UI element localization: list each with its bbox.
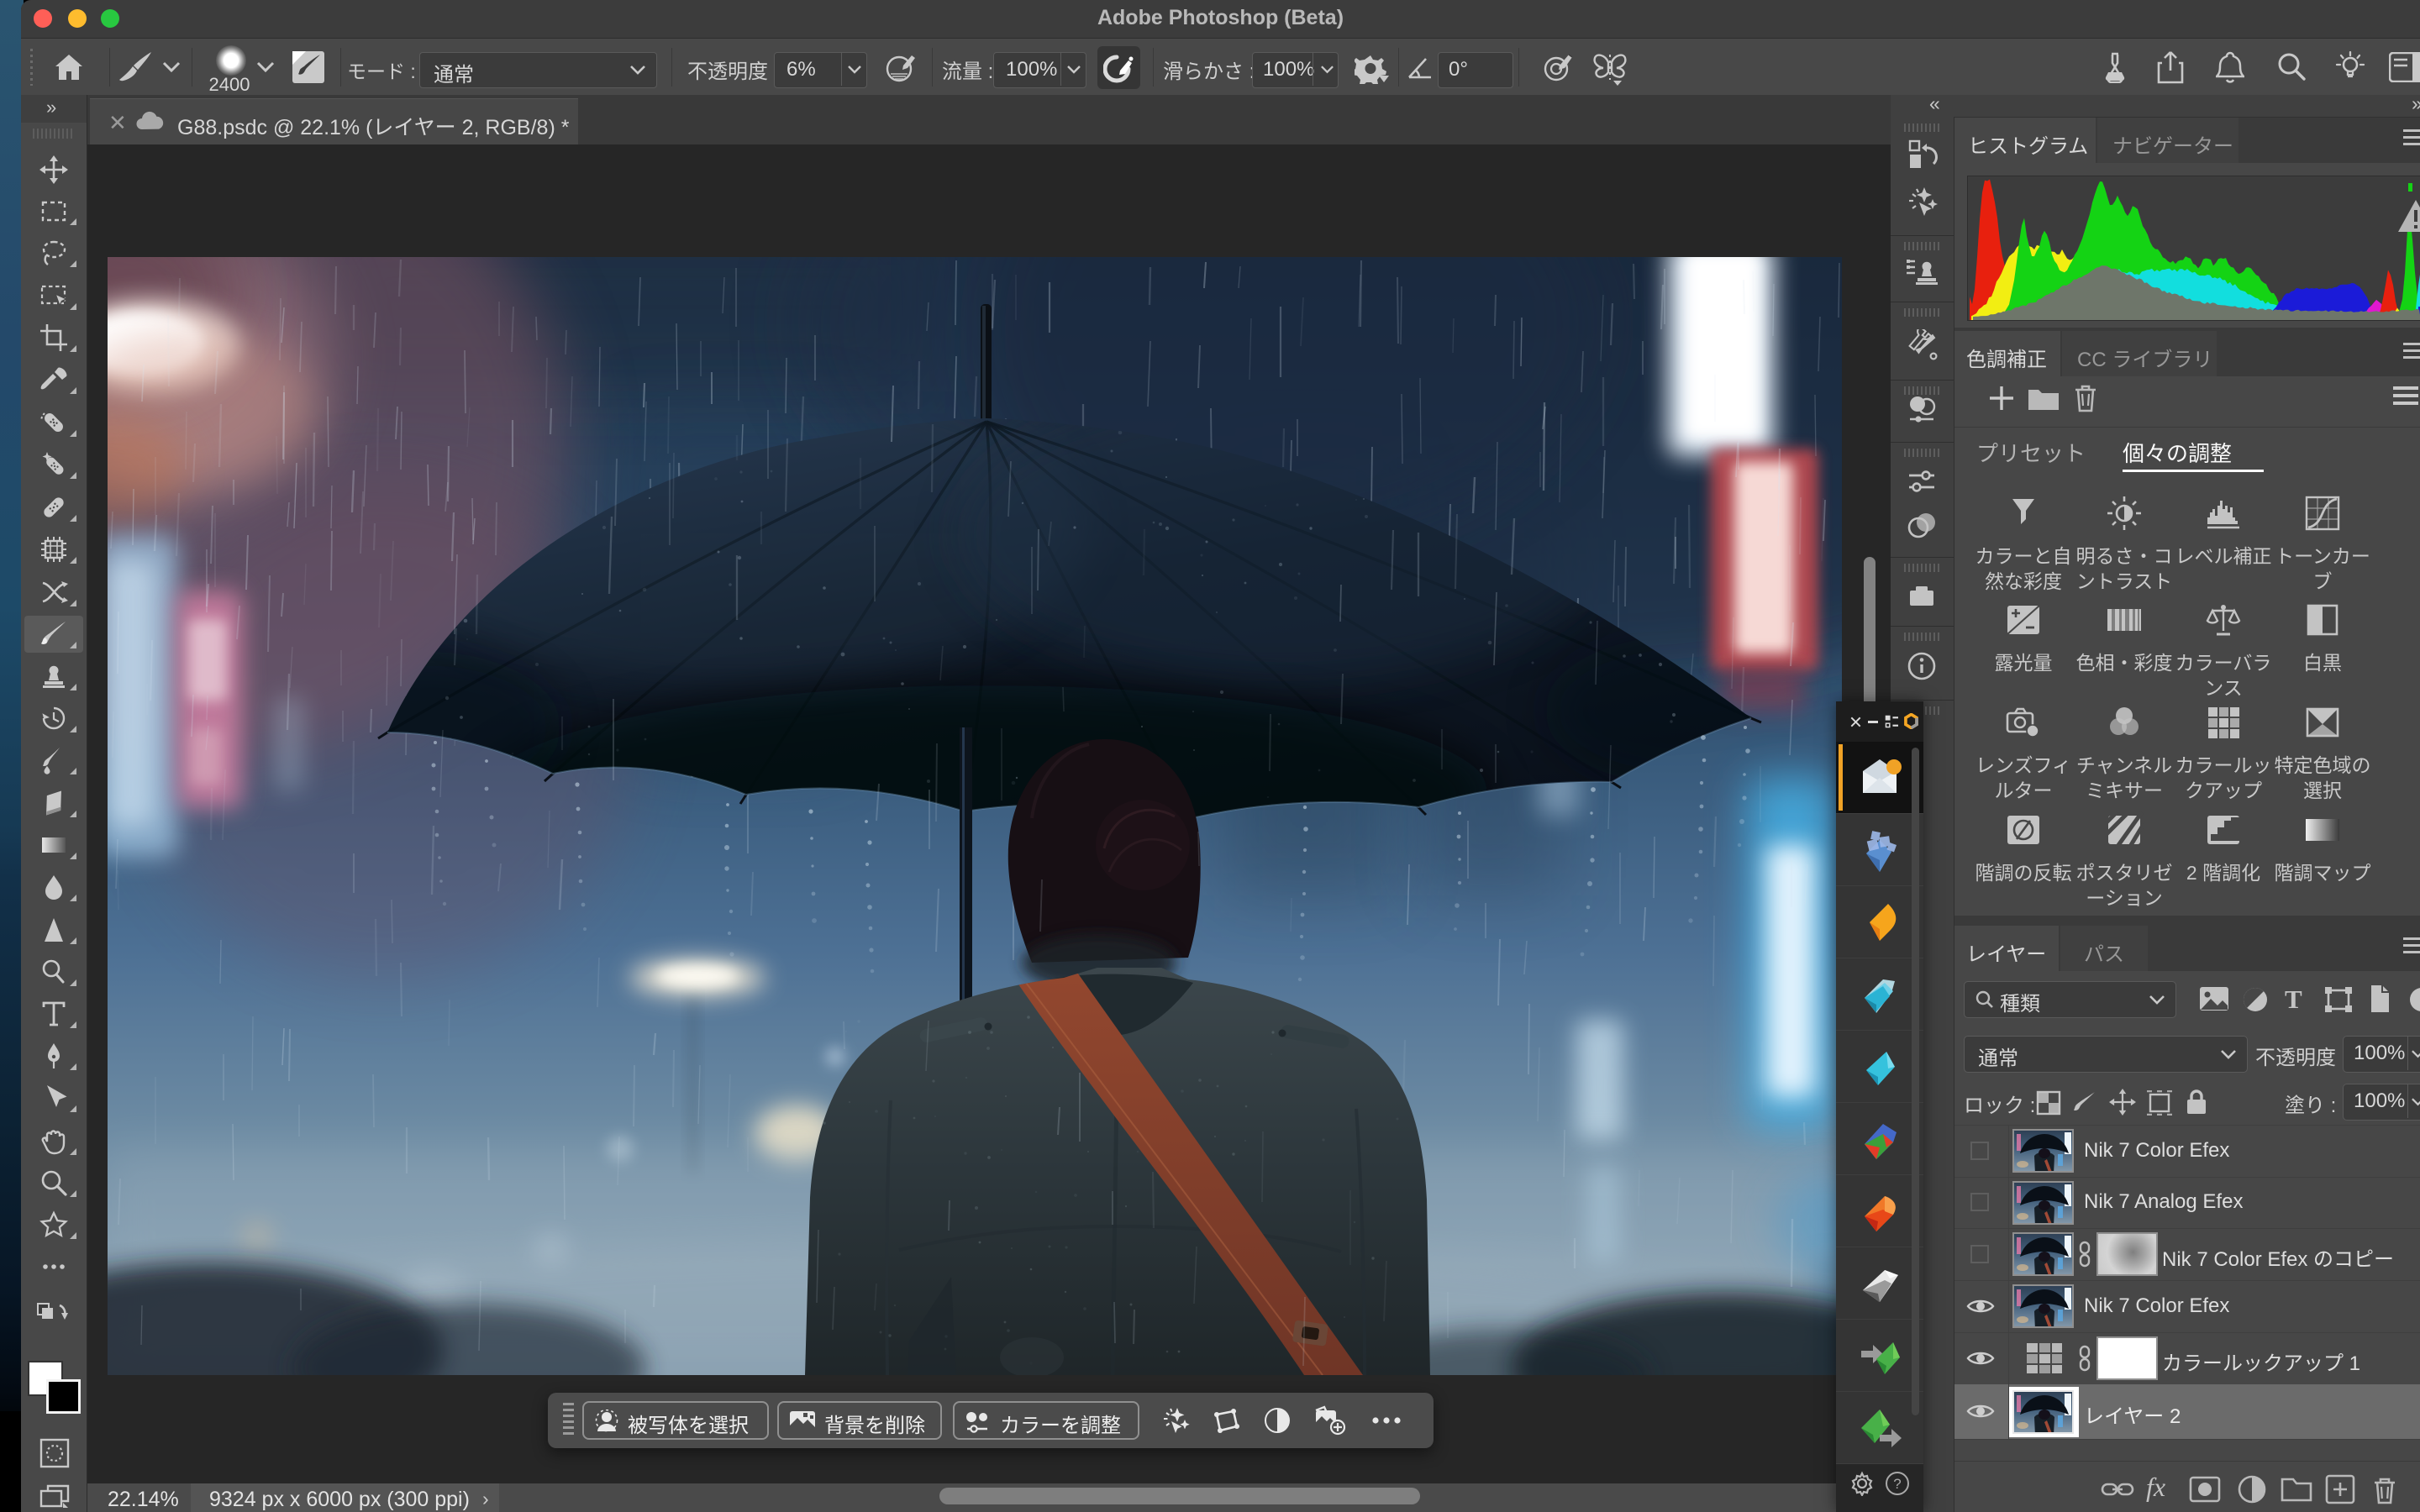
svg-text:?: ?	[1893, 1476, 1901, 1492]
